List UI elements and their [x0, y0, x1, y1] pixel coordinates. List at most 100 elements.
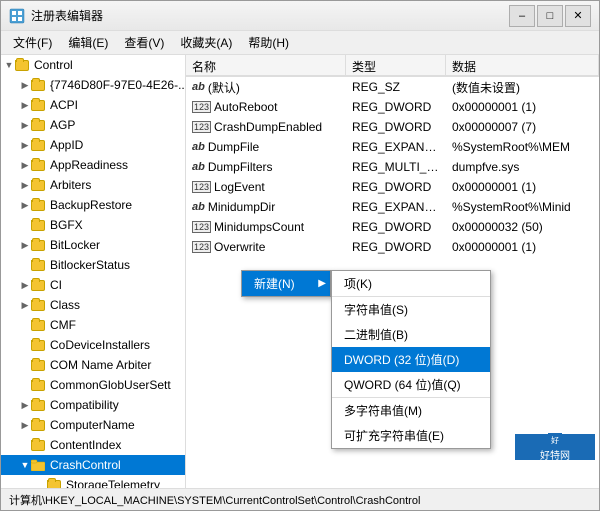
folder-icon-codeviceinstallers	[31, 340, 45, 351]
folder-icon-class	[31, 300, 45, 311]
folder-icon-control	[15, 60, 29, 71]
status-bar-text: 计算机\HKEY_LOCAL_MACHINE\SYSTEM\CurrentCon…	[9, 492, 420, 508]
folder-icon-bgfx	[31, 220, 45, 231]
expand-icon-crashcontrol: ▼	[19, 459, 31, 471]
list-item[interactable]: ab MinidumpDir REG_EXPAND_SZ %SystemRoot…	[186, 197, 599, 217]
tree-item-arbiters[interactable]: ▶ Arbiters	[1, 175, 185, 195]
list-item[interactable]: 123 AutoReboot REG_DWORD 0x00000001 (1)	[186, 97, 599, 117]
menu-view[interactable]: 查看(V)	[116, 32, 172, 53]
tree-label-appid: AppID	[50, 138, 83, 152]
submenu-item-dword32[interactable]: DWORD (32 位)值(D)	[332, 347, 490, 372]
tree-item-crashcontrol[interactable]: ▼ CrashControl	[1, 455, 185, 475]
ab-icon: ab	[192, 201, 205, 213]
tree-label-storagetelemetry: StorageTelemetry	[66, 478, 160, 488]
dword-icon: 123	[192, 121, 211, 133]
tree-label-agp: AGP	[50, 118, 75, 132]
cell-data-crashdumpenabled: 0x00000007 (7)	[446, 120, 599, 134]
submenu-item-binary[interactable]: 二进制值(B)	[332, 322, 490, 347]
close-button[interactable]: ✕	[565, 5, 591, 27]
tree-item-bgfx[interactable]: ▶ BGFX	[1, 215, 185, 235]
window-title: 注册表编辑器	[31, 7, 103, 24]
cell-data-autoreboot: 0x00000001 (1)	[446, 100, 599, 114]
folder-icon-appid	[31, 140, 45, 151]
tree-item-7746[interactable]: ▶ {7746D80F-97E0-4E26-...	[1, 75, 185, 95]
menu-bar: 文件(F) 编辑(E) 查看(V) 收藏夹(A) 帮助(H)	[1, 31, 599, 55]
tree-item-contentindex[interactable]: ▶ ContentIndex	[1, 435, 185, 455]
submenu-item-expandstring[interactable]: 可扩充字符串值(E)	[332, 423, 490, 448]
folder-icon-comname	[31, 360, 45, 371]
svg-text:好: 好	[551, 435, 559, 445]
registry-icon	[9, 8, 25, 24]
menu-help[interactable]: 帮助(H)	[240, 32, 297, 53]
folder-icon-storagetelemetry	[47, 480, 61, 489]
tree-label-bgfx: BGFX	[50, 218, 83, 232]
cell-type-default: REG_SZ	[346, 80, 446, 94]
tree-item-bitlockerstatus[interactable]: ▶ BitlockerStatus	[1, 255, 185, 275]
list-item[interactable]: 123 MinidumpsCount REG_DWORD 0x00000032 …	[186, 217, 599, 237]
list-item[interactable]: 123 Overwrite REG_DWORD 0x00000001 (1)	[186, 237, 599, 257]
submenu-item-qword64[interactable]: QWORD (64 位)值(Q)	[332, 372, 490, 397]
list-item[interactable]: ab (默认) REG_SZ (数值未设置)	[186, 77, 599, 97]
tree-item-appreadiness[interactable]: ▶ AppReadiness	[1, 155, 185, 175]
tree-item-cmf[interactable]: ▶ CMF	[1, 315, 185, 335]
folder-icon-cmf	[31, 320, 45, 331]
tree-item-storagetelemetry[interactable]: ▶ StorageTelemetry	[1, 475, 185, 488]
dword-icon: 123	[192, 221, 211, 233]
cell-data-minidumpscount: 0x00000032 (50)	[446, 220, 599, 234]
list-item[interactable]: 123 LogEvent REG_DWORD 0x00000001 (1)	[186, 177, 599, 197]
tree-label-computername: ComputerName	[50, 418, 135, 432]
tree-label-7746: {7746D80F-97E0-4E26-...	[50, 78, 186, 92]
menu-edit[interactable]: 编辑(E)	[60, 32, 116, 53]
tree-item-codeviceinstallers[interactable]: ▶ CoDeviceInstallers	[1, 335, 185, 355]
col-header-name[interactable]: 名称	[186, 55, 346, 75]
status-bar: 计算机\HKEY_LOCAL_MACHINE\SYSTEM\CurrentCon…	[1, 488, 599, 510]
tree-item-control[interactable]: ▼ Control	[1, 55, 185, 75]
tree-item-comname[interactable]: ▶ COM Name Arbiter	[1, 355, 185, 375]
cell-type-overwrite: REG_DWORD	[346, 240, 446, 254]
tree-label-contentindex: ContentIndex	[50, 438, 121, 452]
registry-tree[interactable]: ▼ Control ▶ {7746D80F-97E0-4E26-... ▶ AC…	[1, 55, 186, 488]
menu-file[interactable]: 文件(F)	[5, 32, 60, 53]
cell-name-minidumpdir: ab MinidumpDir	[186, 200, 346, 214]
tree-label-crashcontrol: CrashControl	[50, 458, 121, 472]
minimize-button[interactable]: –	[509, 5, 535, 27]
ab-icon: ab	[192, 161, 205, 173]
folder-icon-acpi	[31, 100, 45, 111]
col-header-type[interactable]: 类型	[346, 55, 446, 75]
registry-editor-window: 注册表编辑器 – □ ✕ 文件(F) 编辑(E) 查看(V) 收藏夹(A) 帮助…	[0, 0, 600, 511]
tree-item-acpi[interactable]: ▶ ACPI	[1, 95, 185, 115]
tree-item-compatibility[interactable]: ▶ Compatibility	[1, 395, 185, 415]
tree-item-appid[interactable]: ▶ AppID	[1, 135, 185, 155]
tree-item-computername[interactable]: ▶ ComputerName	[1, 415, 185, 435]
folder-icon-bitlockerstatus	[31, 260, 45, 271]
cell-type-dumpfilters: REG_MULTI_SZ	[346, 160, 446, 174]
cell-data-dumpfilters: dumpfve.sys	[446, 160, 599, 174]
context-menu-new-item[interactable]: 新建(N) ▶	[242, 271, 330, 296]
tree-label-ci: CI	[50, 278, 62, 292]
col-header-data[interactable]: 数据	[446, 55, 599, 75]
list-item[interactable]: ab DumpFilters REG_MULTI_SZ dumpfve.sys	[186, 157, 599, 177]
folder-icon-agp	[31, 120, 45, 131]
expand-icon-class: ▶	[19, 299, 31, 311]
tree-item-class[interactable]: ▶ Class	[1, 295, 185, 315]
expand-icon-appreadiness: ▶	[19, 159, 31, 171]
cell-name-dumpfile: ab DumpFile	[186, 140, 346, 154]
list-item[interactable]: 123 CrashDumpEnabled REG_DWORD 0x0000000…	[186, 117, 599, 137]
tree-label-backuprestore: BackupRestore	[50, 198, 132, 212]
list-item[interactable]: ab DumpFile REG_EXPAND_SZ %SystemRoot%\M…	[186, 137, 599, 157]
submenu-item-multistring[interactable]: 多字符串值(M)	[332, 397, 490, 423]
tree-item-backuprestore[interactable]: ▶ BackupRestore	[1, 195, 185, 215]
maximize-button[interactable]: □	[537, 5, 563, 27]
tree-item-commonglobusersets[interactable]: ▶ CommonGlobUserSett	[1, 375, 185, 395]
submenu-item-string[interactable]: 字符串值(S)	[332, 296, 490, 322]
cell-name-default: ab (默认)	[186, 79, 346, 96]
tree-item-ci[interactable]: ▶ CI	[1, 275, 185, 295]
tree-item-bitlocker[interactable]: ▶ BitLocker	[1, 235, 185, 255]
tree-item-agp[interactable]: ▶ AGP	[1, 115, 185, 135]
cell-data-logevent: 0x00000001 (1)	[446, 180, 599, 194]
cell-type-dumpfile: REG_EXPAND_SZ	[346, 140, 446, 154]
folder-icon-bitlocker	[31, 240, 45, 251]
menu-favorites[interactable]: 收藏夹(A)	[172, 32, 240, 53]
tree-label-appreadiness: AppReadiness	[50, 158, 128, 172]
submenu-item-key[interactable]: 项(K)	[332, 271, 490, 296]
